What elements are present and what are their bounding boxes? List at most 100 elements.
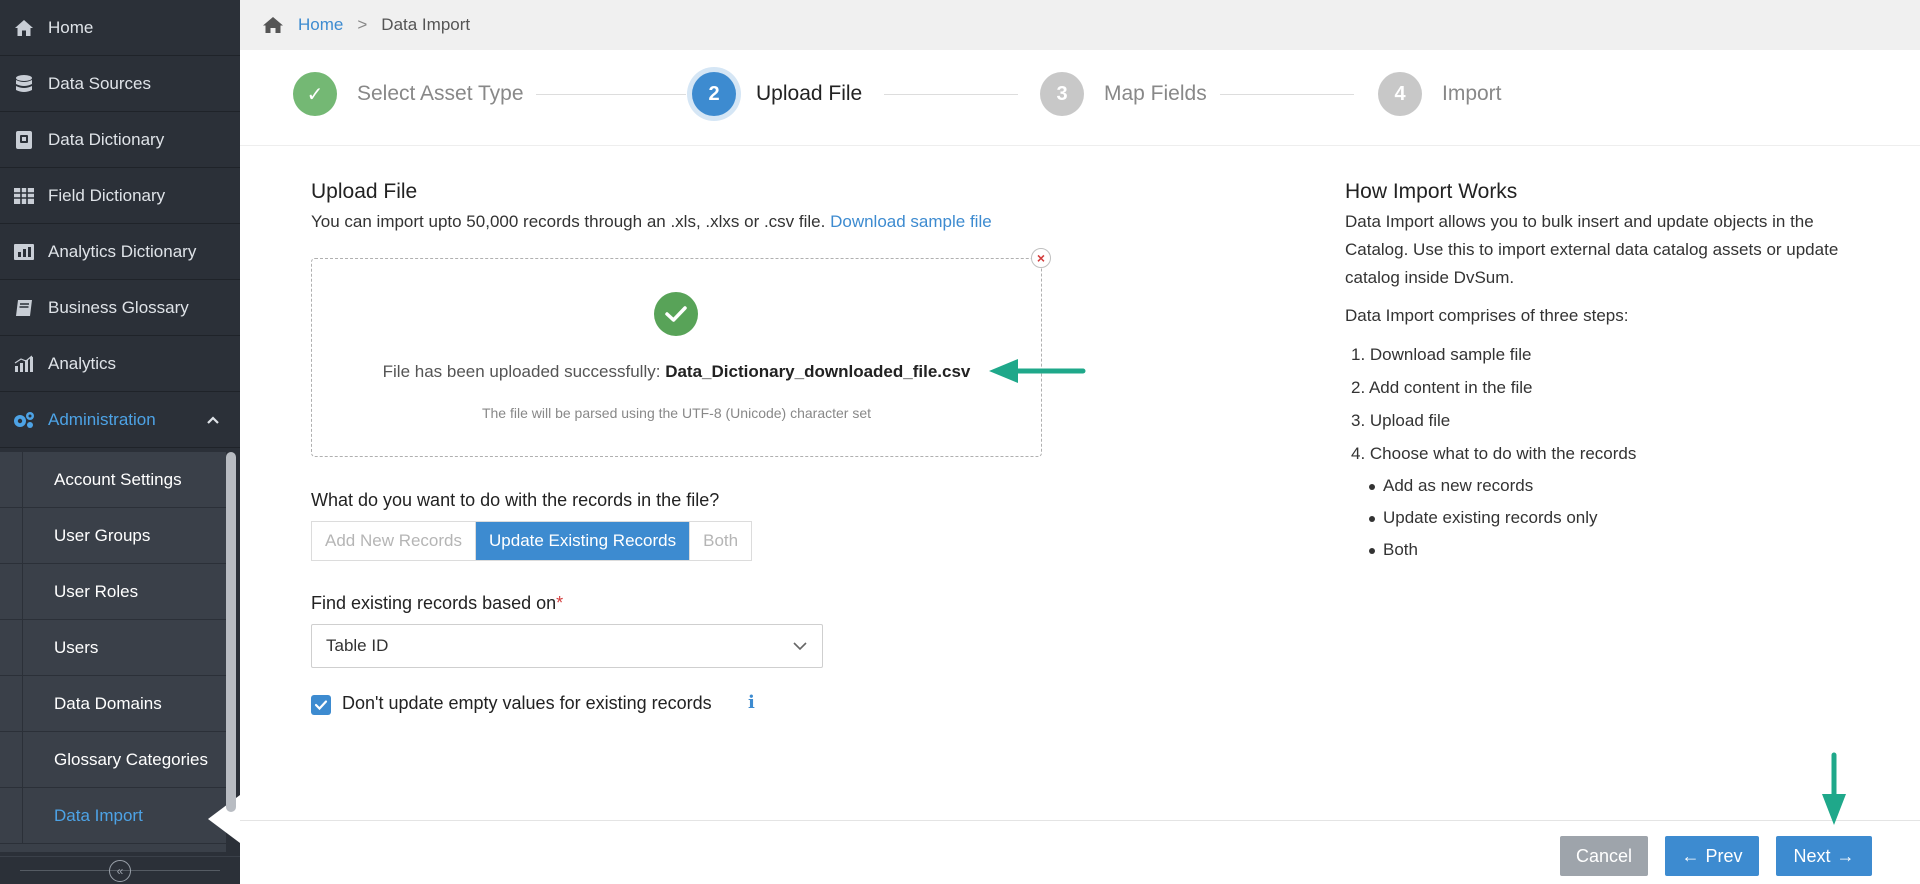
step-upload-file[interactable]: 2 Upload File [692,72,862,116]
help-step: 1. Download sample file [1351,345,1532,364]
admin-submenu: Account Settings User Groups User Roles … [0,452,226,852]
cancel-label: Cancel [1575,845,1633,866]
help-step: 4. Choose what to do with the records [1351,444,1637,463]
sidebar-item-data-dictionary[interactable]: Data Dictionary [0,112,240,168]
upload-drop-zone[interactable]: File has been uploaded successfully: Dat… [311,258,1042,457]
upload-description: You can import upto 50,000 records throu… [311,212,992,232]
sidebar-item-label: User Roles [54,581,139,601]
sidebar-item-data-import[interactable]: Data Import [0,788,226,844]
collapse-sidebar-button[interactable]: « [109,859,131,882]
database-icon [12,72,36,96]
sidebar-item-label: Field Dictionary [48,185,166,205]
chart-icon [12,240,36,264]
prev-button[interactable]: ← Prev [1665,836,1759,876]
sidebar-item-analytics[interactable]: Analytics [0,336,240,392]
sidebar-item-label: Account Settings [54,469,182,489]
sidebar-collapse-bar: « [0,856,240,884]
sidebar-item-label: Analytics [48,353,117,373]
home-icon[interactable] [262,16,284,34]
chevron-up-icon[interactable] [206,410,220,430]
breadcrumb-separator: > [357,15,368,34]
step-connector [1220,94,1354,95]
next-button[interactable]: Next → [1776,836,1872,876]
sidebar-item-label: Business Glossary [48,297,189,317]
update-existing-records-option[interactable]: Update Existing Records [476,522,691,560]
sidebar-item-label: Users [54,637,99,657]
upload-section-title: Upload File [311,180,418,203]
step-connector [536,94,686,95]
sidebar-item-label: User Groups [54,525,151,545]
breadcrumb-current: Data Import [381,15,471,34]
step-label: Upload File [756,82,863,105]
sidebar-item-label: Glossary Categories [54,749,209,769]
next-label: Next [1793,845,1831,866]
step-map-fields[interactable]: 3 Map Fields [1040,72,1207,116]
step-number: 3 [1040,72,1084,116]
required-marker: * [556,593,564,613]
find-records-select[interactable]: Table ID [311,624,823,668]
step-label: Map Fields [1104,82,1207,105]
sidebar-item-data-domains[interactable]: Data Domains [0,676,226,732]
dictionary-icon [12,128,36,152]
records-question: What do you want to do with the records … [311,490,720,510]
sidebar-item-administration[interactable]: Administration [0,392,240,448]
help-intro: Data Import allows you to bulk insert an… [1345,212,1839,287]
sidebar-item-label: Home [48,17,94,37]
help-sub-step: Both [1345,534,1865,566]
sidebar-scrollbar[interactable] [226,452,236,812]
step-check-icon: ✓ [293,72,337,116]
prev-label: Prev [1705,845,1743,866]
help-sub-step: Add as new records [1345,470,1865,502]
remove-file-button[interactable]: × [1031,248,1051,268]
sidebar-item-glossary-categories[interactable]: Glossary Categories [0,732,226,788]
help-step: 2. Add content in the file [1351,378,1533,397]
find-records-label-text: Find existing records based on [311,593,557,613]
sidebar-item-label: Data Import [54,805,143,825]
sidebar-item-label: Data Sources [48,73,151,93]
table-icon [12,184,36,208]
annotation-arrow-down [1822,752,1846,825]
upload-success-message: File has been uploaded successfully: Dat… [312,362,1041,382]
step-label: Import [1442,82,1502,105]
sidebar-item-business-glossary[interactable]: Business Glossary [0,280,240,336]
find-records-select-value: Table ID [326,636,389,655]
encoding-note: The file will be parsed using the UTF-8 … [481,405,872,421]
import-stepper: ✓ Select Asset Type 2 Upload File 3 Map … [240,50,1920,146]
step-connector [884,94,1018,95]
success-check-icon [654,292,698,336]
book-icon [12,296,36,320]
sidebar-item-label: Data Domains [54,693,162,713]
help-step: 3. Upload file [1351,411,1451,430]
dont-update-empty-checkbox[interactable] [311,695,331,715]
step-label: Select Asset Type [357,82,524,105]
arrow-right-icon: → [1836,845,1855,866]
breadcrumb: Home > Data Import [240,0,1920,50]
sidebar-item-home[interactable]: Home [0,0,240,56]
cancel-button[interactable]: Cancel [1560,836,1648,876]
upload-description-text: You can import upto 50,000 records throu… [311,212,826,231]
dont-update-empty-label[interactable]: Don't update empty values for existing r… [342,693,712,714]
sidebar-item-account-settings[interactable]: Account Settings [0,452,226,508]
help-steps-intro: Data Import comprises of three steps: [1345,306,1629,325]
info-icon[interactable]: i [748,692,755,713]
step-import[interactable]: 4 Import [1378,72,1502,116]
step-number: 2 [692,72,736,116]
chevron-down-icon [792,637,808,657]
help-title: How Import Works [1345,180,1518,203]
add-new-records-option[interactable]: Add New Records [312,522,477,560]
sidebar-item-label: Data Dictionary [48,129,165,149]
both-option[interactable]: Both [690,522,752,560]
gears-icon [12,408,36,432]
sidebar-item-user-roles[interactable]: User Roles [0,564,226,620]
step-select-asset-type[interactable]: ✓ Select Asset Type [293,72,524,116]
sidebar-item-analytics-dictionary[interactable]: Analytics Dictionary [0,224,240,280]
sidebar-item-data-sources[interactable]: Data Sources [0,56,240,112]
download-sample-link[interactable]: Download sample file [830,212,992,231]
sidebar-item-field-dictionary[interactable]: Field Dictionary [0,168,240,224]
uploaded-file-name: Data_Dictionary_downloaded_file.csv [665,362,971,381]
sidebar-item-user-groups[interactable]: User Groups [0,508,226,564]
find-records-label: Find existing records based on* [311,593,563,614]
sidebar-item-users[interactable]: Users [0,620,226,676]
bar-chart-icon [12,352,36,376]
breadcrumb-home-link[interactable]: Home [298,15,343,35]
